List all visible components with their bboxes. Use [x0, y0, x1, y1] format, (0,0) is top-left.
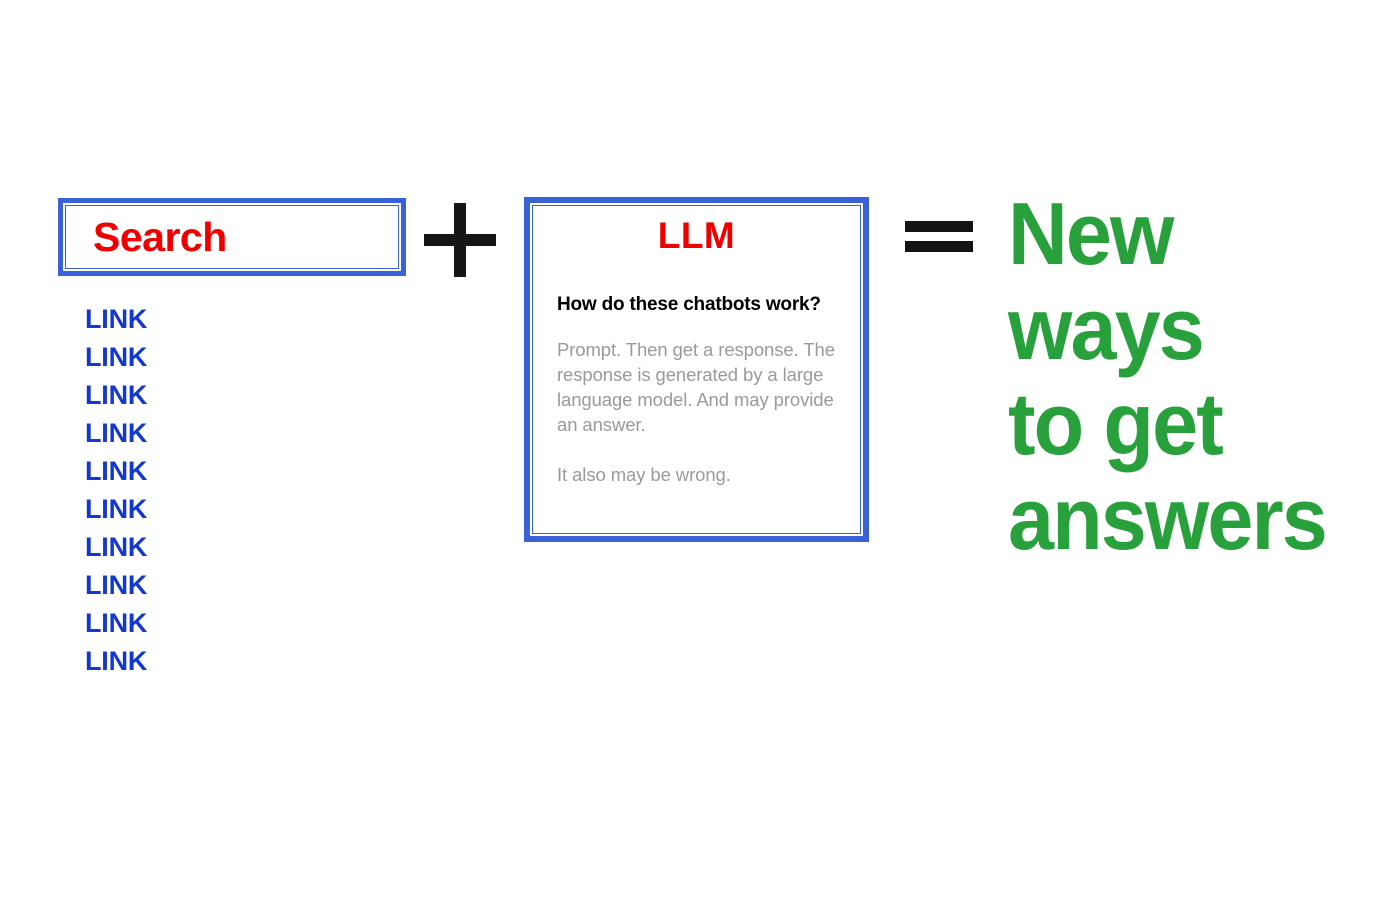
search-box-label: Search: [93, 213, 227, 260]
llm-response-paragraph: Prompt. Then get a response. The respons…: [557, 339, 835, 436]
equals-icon-top-bar: [905, 221, 973, 232]
search-result-link-list: LINK LINK LINK LINK LINK LINK LINK LINK …: [85, 300, 285, 680]
equals-icon-bottom-bar: [905, 241, 973, 252]
llm-caveat-text: It also may be wrong.: [557, 464, 731, 486]
outcome-line: New: [1008, 184, 1174, 283]
list-item[interactable]: LINK: [85, 528, 285, 566]
llm-panel-title: LLM: [657, 215, 736, 256]
outcome-line: ways: [1008, 279, 1205, 378]
list-item[interactable]: LINK: [85, 414, 285, 452]
llm-panel-body: How do these chatbots work? Prompt. Then…: [530, 293, 863, 488]
llm-question-heading: How do these chatbots work?: [557, 293, 821, 315]
list-item[interactable]: LINK: [85, 490, 285, 528]
list-item[interactable]: LINK: [85, 642, 285, 680]
outcome-headline: New ways to get answers: [1008, 186, 1388, 566]
list-item[interactable]: LINK: [85, 452, 285, 490]
search-results-panel: Search LINK LINK LINK LINK LINK LINK LIN…: [58, 198, 406, 676]
search-box[interactable]: Search: [58, 198, 406, 276]
equals-icon: [905, 221, 973, 252]
list-item[interactable]: LINK: [85, 338, 285, 376]
list-item[interactable]: LINK: [85, 300, 285, 338]
outcome-line: to get: [1008, 374, 1224, 473]
llm-panel: LLM How do these chatbots work? Prompt. …: [524, 197, 869, 542]
list-item[interactable]: LINK: [85, 376, 285, 414]
list-item[interactable]: LINK: [85, 604, 285, 642]
plus-icon: [424, 203, 496, 277]
diagram-canvas: Search LINK LINK LINK LINK LINK LINK LIN…: [0, 0, 1400, 900]
plus-icon-vertical-bar: [454, 203, 466, 277]
outcome-line: answers: [1008, 469, 1328, 568]
list-item[interactable]: LINK: [85, 566, 285, 604]
